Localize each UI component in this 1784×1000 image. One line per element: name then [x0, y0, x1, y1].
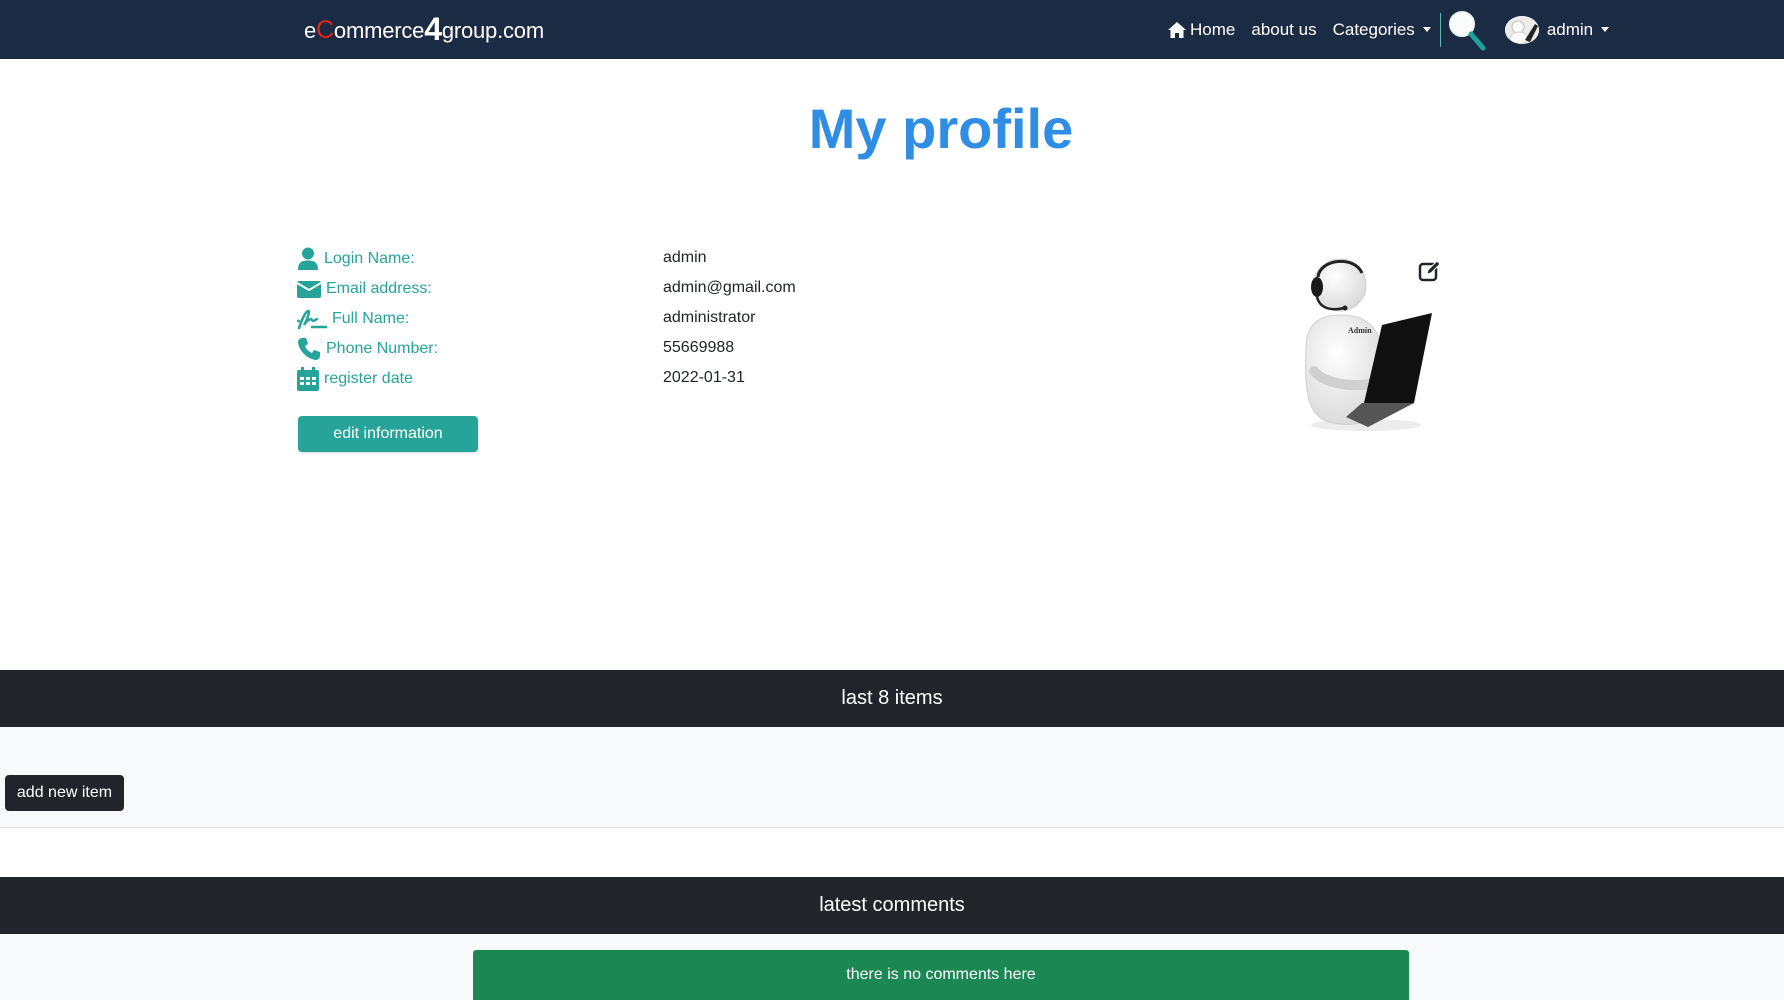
profile-field-email: Email address: admin@gmail.com [297, 275, 796, 303]
nav-categories-label: Categories [1332, 19, 1415, 39]
home-icon [1168, 21, 1186, 38]
edit-profile-image-icon[interactable] [1418, 259, 1442, 283]
navbar: eCommerce4group.com Home about us Catego… [0, 0, 1784, 59]
user-icon [298, 247, 318, 270]
field-label: Email address: [297, 280, 432, 298]
items-section-title: last 8 items [841, 687, 943, 709]
nav-user-dropdown[interactable]: admin [1504, 15, 1610, 44]
comments-section-title: latest comments [819, 894, 965, 916]
avatar [1504, 15, 1539, 44]
chevron-down-icon [1601, 27, 1610, 32]
signature-icon [297, 309, 327, 330]
chevron-down-icon [1422, 27, 1431, 32]
nav-links: Home about us Categories admin [1168, 0, 1610, 59]
field-label: Phone Number: [297, 337, 438, 361]
edit-information-button[interactable]: edit information [298, 416, 478, 452]
no-comments-alert: there is no comments here [473, 950, 1409, 1000]
envelope-icon [297, 281, 321, 298]
brand-part-ommerce: ommerce [333, 18, 425, 43]
comments-section-body: there is no comments here [0, 934, 1784, 1000]
email-label: Email address: [326, 280, 432, 297]
full-name-value: administrator [663, 309, 756, 326]
search-icon [1448, 10, 1486, 50]
nav-home-link[interactable]: Home [1168, 20, 1235, 40]
items-section-body: add new item [0, 727, 1784, 828]
field-label: Login Name: [297, 247, 415, 271]
profile-field-phone: Phone Number: 55669988 [297, 335, 734, 363]
items-section-header: last 8 items [0, 670, 1784, 727]
register-date-value: 2022-01-31 [663, 369, 745, 386]
register-date-label: register date [324, 370, 413, 387]
no-comments-message: there is no comments here [846, 966, 1036, 983]
comments-section-header: latest comments [0, 877, 1784, 934]
search-button[interactable] [1447, 8, 1487, 52]
profile-field-login-name: Login Name: admin [297, 245, 707, 273]
image-badge-text: Admin [1348, 326, 1372, 335]
brand-part-c: C [316, 16, 334, 44]
nav-about-link[interactable]: about us [1251, 20, 1316, 40]
brand-logo[interactable]: eCommerce4group.com [304, 13, 544, 45]
brand-part-4: 4 [424, 11, 442, 47]
profile-field-full-name: Full Name: administrator [297, 305, 755, 333]
full-name-label: Full Name: [332, 310, 410, 327]
brand-part-group: group.com [441, 18, 544, 43]
login-name-label: Login Name: [324, 250, 415, 267]
email-value: admin@gmail.com [663, 279, 796, 296]
field-label: register date [297, 367, 413, 391]
phone-label: Phone Number: [326, 340, 439, 357]
calendar-icon [297, 367, 319, 391]
nav-user-label: admin [1546, 19, 1594, 39]
page-title: My profile [808, 97, 1074, 160]
phone-value: 55669988 [663, 339, 735, 356]
field-label: Full Name: [297, 308, 409, 330]
brand-part-e: e [304, 18, 317, 43]
nav-divider [1439, 12, 1441, 47]
add-new-item-button[interactable]: add new item [5, 775, 124, 811]
nav-categories-dropdown[interactable]: Categories [1333, 20, 1431, 40]
phone-icon [298, 338, 320, 360]
nav-about-label: about us [1251, 19, 1317, 39]
profile-field-register-date: register date 2022-01-31 [297, 365, 745, 393]
nav-home-label: Home [1190, 19, 1236, 39]
login-name-value: admin [663, 249, 707, 266]
